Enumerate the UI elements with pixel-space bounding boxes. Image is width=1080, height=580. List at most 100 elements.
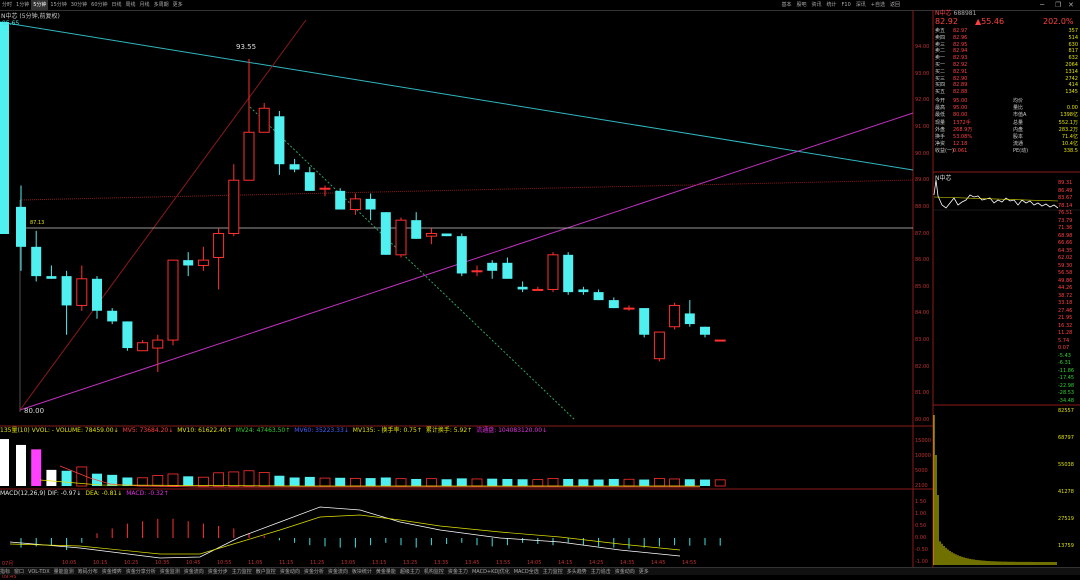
candle	[456, 233, 467, 277]
indicator-tab[interactable]: MACD全选	[514, 569, 539, 575]
order-book-row: 买一 82.92 2064	[935, 62, 1080, 68]
indicator-tab[interactable]: 主力监控	[232, 569, 252, 575]
indicator-value: MV5: 73684.20↓	[122, 427, 174, 434]
candle	[274, 110, 285, 175]
candle	[714, 339, 726, 342]
order-label: 卖四	[935, 34, 946, 41]
volume-bar	[183, 476, 194, 486]
volume-bar	[16, 444, 26, 486]
candle	[349, 193, 361, 215]
last-price: 82.92	[935, 17, 958, 26]
volume-bar	[365, 478, 376, 486]
mini-price-tick: -22.98	[1058, 382, 1075, 389]
candle	[502, 257, 513, 279]
macd-tick: 1.00	[915, 511, 927, 517]
order-label: 买二	[935, 68, 946, 75]
price-tick: 83.00	[915, 337, 930, 344]
mini-price-tick: 86.49	[1058, 187, 1073, 194]
candle	[243, 58, 255, 181]
candle	[365, 193, 376, 221]
indicator-value: MV135: - 换手率: 0.75↑	[352, 427, 422, 434]
indicator-tab[interactable]: 板块统计	[352, 569, 372, 575]
volume-bar	[441, 479, 452, 486]
indicator-value: MV60: 35223.33↓	[294, 427, 349, 434]
indicator-tab[interactable]: 更多	[639, 569, 649, 575]
time-tick: 13:55	[496, 560, 511, 566]
mini-price-tick: 83.67	[1058, 195, 1073, 201]
volume-bar	[61, 470, 72, 486]
mini-price-tick: 33.18	[1058, 300, 1073, 306]
indicator-tab[interactable]: 多头趋势	[567, 569, 587, 575]
candle	[319, 185, 331, 197]
intraday-line	[933, 179, 1059, 209]
macd-tick: -1.00	[915, 559, 928, 565]
trend-line-down	[0, 21, 914, 171]
order-book-row: 卖三 82.95 630	[935, 42, 1080, 48]
candle	[593, 289, 604, 301]
indicator-tab[interactable]: VOL-TDX	[28, 569, 50, 575]
price-change: ▲55.46	[975, 17, 1005, 26]
indicator-tab[interactable]: 资金流向	[184, 569, 204, 575]
candle	[167, 259, 179, 346]
indicator-tab[interactable]: 资金博弈	[102, 569, 122, 575]
stat-label: 现量	[935, 119, 946, 126]
order-volume: 2742	[1065, 75, 1078, 82]
time-tick: 10:25	[124, 560, 139, 566]
indicator-tab[interactable]: 筹码分布	[78, 569, 98, 575]
indicator-tab[interactable]: 机构监控	[424, 569, 444, 575]
order-price: 82.97	[953, 28, 968, 34]
volume-header: 135量(10) VVOL: - VOLUME: 78459.00↓ MV5: 7…	[0, 427, 913, 435]
price-tick: 91.00	[915, 123, 930, 130]
indicator-tab[interactable]: 资金主力	[448, 569, 468, 575]
candle	[46, 265, 57, 279]
candle	[563, 252, 574, 295]
stat-value: 268.9万	[953, 126, 973, 133]
chart-title: N中芯 (5分钟,前复权)	[1, 11, 60, 20]
indicator-tab[interactable]: MACD+KDJ优化	[472, 569, 510, 575]
indicator-tab[interactable]: 资金分析	[304, 569, 324, 575]
volume-bar	[243, 470, 255, 487]
mini-price-tick: 62.02	[1058, 255, 1073, 261]
mini-price-tick: 11.28	[1058, 330, 1073, 336]
order-price: 82.94	[953, 48, 968, 55]
indicator-tab[interactable]: 指标	[0, 569, 10, 575]
volume-bar	[471, 478, 483, 487]
price-tick: 80.00	[915, 417, 930, 423]
indicator-tab[interactable]: 资金分享分析	[126, 569, 156, 575]
time-tick: 13:15	[372, 560, 387, 566]
indicator-tab[interactable]: 黄金量能	[376, 569, 396, 575]
order-volume: 2064	[1065, 62, 1078, 68]
mini-vol-tick: 13759	[1058, 543, 1074, 549]
mini-price-tick: 49.86	[1058, 277, 1073, 284]
indicator-tab[interactable]: 主力追击	[591, 569, 611, 575]
stat-label: 总量	[1013, 119, 1024, 126]
order-book-row: 买二 82.91 1314	[935, 69, 1080, 75]
indicator-tab[interactable]: 主力监控	[543, 569, 563, 575]
volume-tick: 2100	[915, 483, 928, 489]
volume-bar	[380, 477, 391, 486]
volume-bar	[425, 478, 437, 487]
candle	[76, 265, 88, 311]
macd-header: MACD(12,26,9) DIF: -0.97↓ DEA: -0.81↓ MACD…	[0, 490, 913, 498]
volume-tick: 5000	[915, 468, 928, 474]
indicator-tab[interactable]: 资金分步	[208, 569, 228, 575]
indicator-tab[interactable]: 窗口	[14, 569, 24, 575]
stat-value: 0.00	[1066, 105, 1078, 112]
order-book-row: 买三 82.90 2742	[935, 76, 1080, 82]
candle	[304, 166, 315, 191]
price-tick: 85.00	[915, 283, 930, 290]
indicator-tab[interactable]: 散户监控	[256, 569, 276, 575]
mini-price-tick: 5.74	[1058, 337, 1070, 344]
time-tick: 10:45	[186, 560, 201, 566]
indicator-tab[interactable]: 资金动向	[615, 569, 635, 575]
indicator-tab[interactable]: 量能监测	[54, 569, 74, 575]
indicator-tab[interactable]: 超级主力	[400, 569, 420, 575]
indicator-tab[interactable]: 资金监测	[160, 569, 180, 575]
indicator-tab[interactable]: 资金流向	[328, 569, 348, 575]
candle	[61, 270, 72, 335]
stat-value: 53.08%	[953, 134, 973, 140]
indicator-value: 流通盘: 104083120.00↓	[476, 427, 548, 434]
indicator-tab[interactable]: 资金动向	[280, 569, 300, 575]
candle	[487, 260, 498, 279]
order-price: 82.92	[953, 62, 968, 68]
